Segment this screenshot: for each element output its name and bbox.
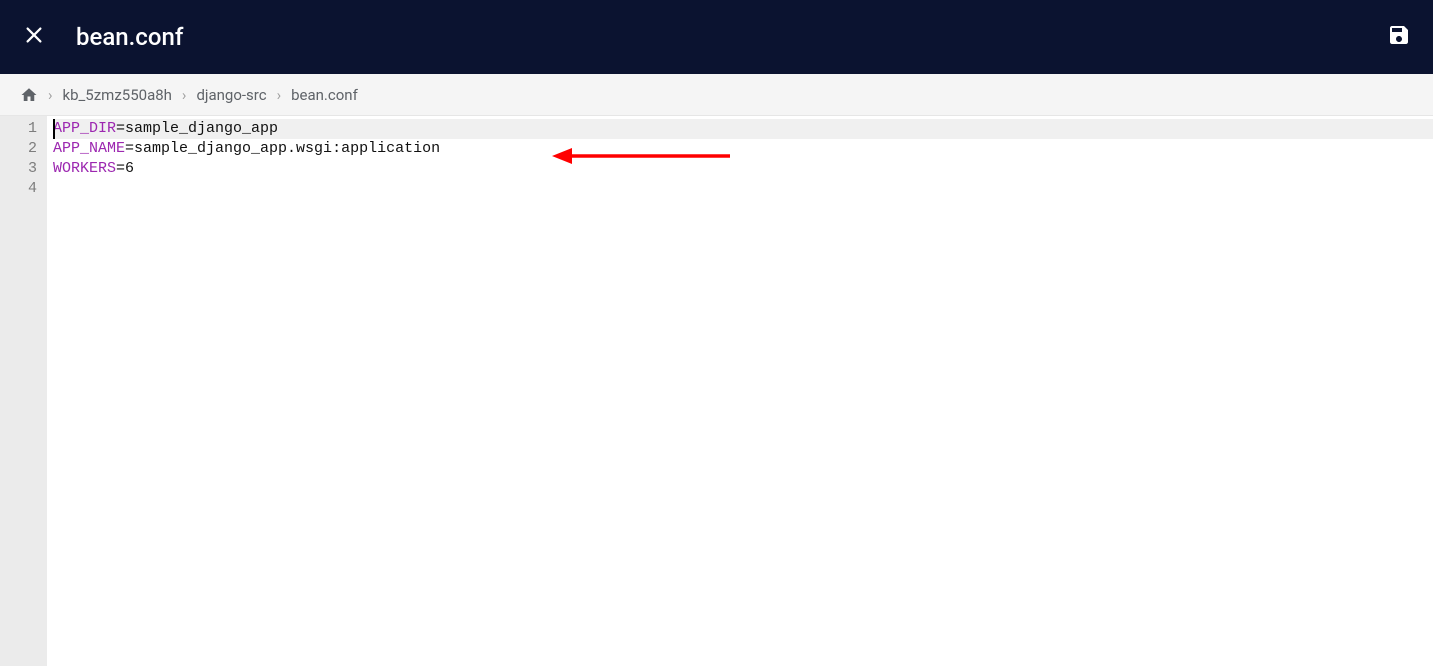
code-line: APP_NAME=sample_django_app.wsgi:applicat… [53,139,1433,159]
header-bar: bean.conf [0,0,1433,74]
code-area[interactable]: APP_DIR=sample_django_app APP_NAME=sampl… [47,116,1433,666]
file-title: bean.conf [76,23,183,51]
chevron-right-icon: › [277,86,282,104]
code-editor[interactable]: 1 2 3 4 APP_DIR=sample_django_app APP_NA… [0,116,1433,666]
line-number: 1 [0,119,47,139]
save-icon [1387,23,1411,51]
save-button[interactable] [1385,23,1413,51]
line-number: 3 [0,159,47,179]
line-number: 4 [0,179,47,199]
code-line [53,179,1433,199]
breadcrumb: › kb_5zmz550a8h › django-src › bean.conf [0,74,1433,116]
close-button[interactable] [20,23,48,51]
breadcrumb-item[interactable]: kb_5zmz550a8h [63,86,172,104]
code-line: WORKERS=6 [53,159,1433,179]
code-line: APP_DIR=sample_django_app [53,119,1433,139]
chevron-right-icon: › [48,86,53,104]
breadcrumb-item[interactable]: django-src [196,86,266,104]
text-cursor [53,119,55,139]
chevron-right-icon: › [182,86,187,104]
line-number-gutter: 1 2 3 4 [0,116,47,666]
breadcrumb-current: bean.conf [291,86,358,104]
home-icon[interactable] [20,86,38,104]
line-number: 2 [0,139,47,159]
close-icon [23,24,45,50]
